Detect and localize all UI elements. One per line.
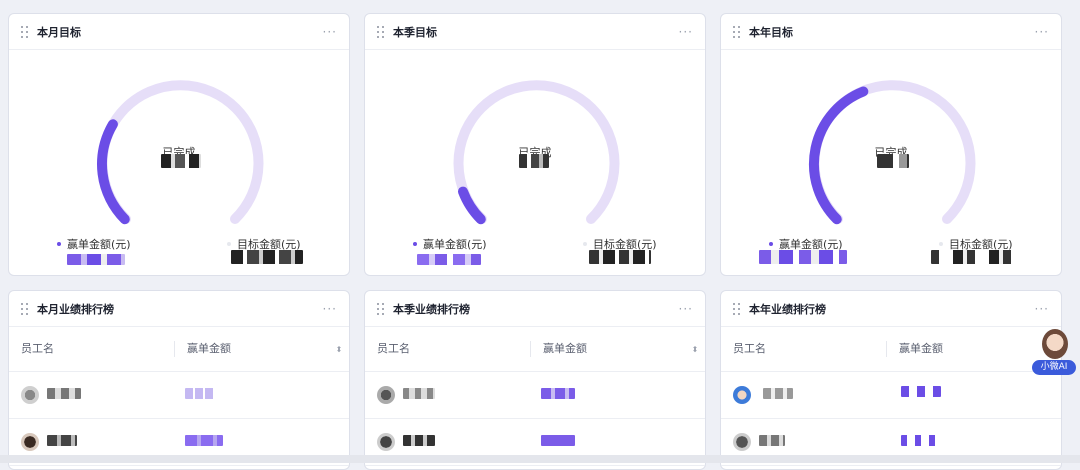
- horizontal-scrollbar[interactable]: [0, 455, 1080, 463]
- table-row[interactable]: [9, 372, 349, 419]
- assistant-avatar-icon: [1042, 329, 1068, 359]
- more-icon[interactable]: ···: [679, 302, 693, 316]
- year-target-card: 本年目标 ··· 已完成 赢单金额(元) 目标金额(元): [720, 13, 1062, 276]
- legend-won: 赢单金额(元): [413, 236, 487, 252]
- won-value-masked: [67, 254, 125, 265]
- column-employee-name[interactable]: 员工名: [9, 341, 175, 357]
- drag-handle-icon[interactable]: [377, 25, 385, 38]
- gauge-fill: [458, 186, 486, 225]
- more-icon[interactable]: ···: [1035, 25, 1049, 39]
- month-target-card: 本月目标 ··· 已完成 赢单金额(元) 目标金额(元): [8, 13, 350, 276]
- table-row[interactable]: [721, 372, 1061, 419]
- card-title: 本月目标: [37, 25, 81, 39]
- won-value-masked: [417, 254, 481, 265]
- legend-dot: [227, 242, 231, 246]
- column-employee-name[interactable]: 员工名: [721, 341, 887, 357]
- table-row[interactable]: [365, 372, 705, 419]
- employee-name-masked: [403, 435, 435, 446]
- amount-masked: [185, 435, 223, 446]
- legend-dot: [769, 242, 773, 246]
- amount-masked: [185, 388, 215, 399]
- card-title: 本年业绩排行榜: [749, 302, 826, 316]
- card-header: 本月业绩排行榜 ···: [9, 291, 349, 327]
- more-icon[interactable]: ···: [679, 25, 693, 39]
- card-title: 本年目标: [749, 25, 793, 39]
- amount-masked: [901, 386, 941, 397]
- card-header: 本年目标 ···: [721, 14, 1061, 50]
- quarter-target-card: 本季目标 ··· 已完成 赢单金额(元) 目标金额(元): [364, 13, 706, 276]
- legend-dot: [413, 242, 417, 246]
- gauge-fill: [97, 119, 130, 225]
- column-employee-name[interactable]: 员工名: [365, 341, 531, 357]
- column-won-amount[interactable]: 赢单金额: [175, 341, 329, 357]
- card-title: 本季业绩排行榜: [393, 302, 470, 316]
- avatar: [733, 386, 751, 404]
- done-value-masked: [877, 154, 909, 168]
- drag-handle-icon[interactable]: [377, 302, 385, 315]
- employee-name-masked: [403, 388, 435, 399]
- target-value-masked: [231, 250, 303, 264]
- employee-name-masked: [47, 388, 81, 399]
- avatar: [21, 386, 39, 404]
- month-rank-card: 本月业绩排行榜 ··· 员工名 赢单金额 ⬍: [8, 290, 350, 470]
- table-header: 员工名 赢单金额: [721, 327, 1061, 372]
- quarter-rank-card: 本季业绩排行榜 ··· 员工名 赢单金额 ⬍: [364, 290, 706, 470]
- avatar: [377, 433, 395, 451]
- more-icon[interactable]: ···: [323, 25, 337, 39]
- more-icon[interactable]: ···: [323, 302, 337, 316]
- table-header: 员工名 赢单金额 ⬍: [9, 327, 349, 372]
- table-header: 员工名 赢单金额 ⬍: [365, 327, 705, 372]
- legend-dot: [939, 242, 943, 246]
- done-value-masked: [519, 154, 549, 168]
- sort-icon[interactable]: ⬍: [685, 345, 705, 354]
- card-title: 本月业绩排行榜: [37, 302, 114, 316]
- drag-handle-icon[interactable]: [21, 25, 29, 38]
- legend-dot: [583, 242, 587, 246]
- sort-icon[interactable]: ⬍: [329, 345, 349, 354]
- target-value-masked: [931, 250, 1017, 264]
- employee-name-masked: [759, 435, 785, 446]
- amount-masked: [541, 435, 575, 446]
- legend-won: 赢单金额(元): [57, 236, 131, 252]
- amount-masked: [541, 388, 575, 399]
- avatar: [377, 386, 395, 404]
- card-header: 本月目标 ···: [9, 14, 349, 50]
- avatar: [733, 433, 751, 451]
- ai-assistant-button[interactable]: 小微AI: [1030, 327, 1078, 377]
- drag-handle-icon[interactable]: [21, 302, 29, 315]
- legend-dot: [57, 242, 61, 246]
- year-rank-card: 本年业绩排行榜 ··· 员工名 赢单金额: [720, 290, 1062, 470]
- column-won-amount[interactable]: 赢单金额: [531, 341, 685, 357]
- amount-masked: [901, 435, 941, 446]
- employee-name-masked: [763, 388, 793, 399]
- done-value-masked: [161, 154, 201, 168]
- drag-handle-icon[interactable]: [733, 302, 741, 315]
- won-value-masked: [759, 250, 847, 264]
- card-header: 本季业绩排行榜 ···: [365, 291, 705, 327]
- more-icon[interactable]: ···: [1035, 302, 1049, 316]
- ai-assistant-label: 小微AI: [1032, 360, 1076, 375]
- employee-name-masked: [47, 435, 77, 446]
- target-value-masked: [589, 250, 651, 264]
- card-header: 本季目标 ···: [365, 14, 705, 50]
- card-title: 本季目标: [393, 25, 437, 39]
- drag-handle-icon[interactable]: [733, 25, 741, 38]
- card-header: 本年业绩排行榜 ···: [721, 291, 1061, 327]
- avatar: [21, 433, 39, 451]
